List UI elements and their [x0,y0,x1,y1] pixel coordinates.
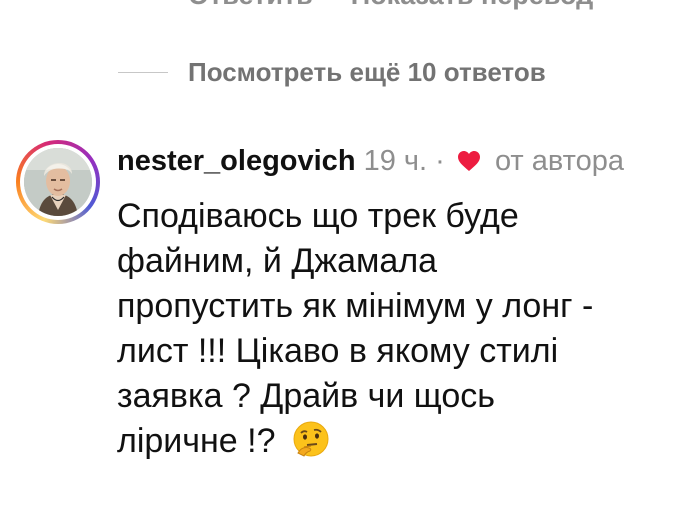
comment-text-block: Сподіваюсь що трек буде файним, й Джамал… [117,194,687,464]
avatar-photo [24,148,92,216]
show-translation-link[interactable]: Показать перевод [351,0,594,10]
heart-icon [457,144,481,182]
avatar[interactable] [16,140,100,224]
liked-by-author-label: от автора [494,145,625,177]
separator-dot: · [435,145,445,177]
comment-username[interactable]: nester_olegovich [117,145,356,177]
reply-link[interactable]: Ответить [188,0,313,10]
replies-divider-line [118,71,168,73]
comment-header: nester_olegovich 19 ч. · от автора [117,142,687,182]
view-more-replies-label: Посмотреть ещё 10 ответов [188,56,546,87]
comment: nester_olegovich 19 ч. · от автора Споді… [117,142,687,464]
view-more-replies-button[interactable]: Посмотреть ещё 10 ответов [118,52,546,92]
comment-time: 19 ч. [363,145,428,177]
thinking-face-icon [292,420,330,458]
comment-text: Сподіваюсь що трек буде файним, й Джамал… [117,197,594,460]
comment-actions-row: Ответить Показать перевод [188,0,593,11]
